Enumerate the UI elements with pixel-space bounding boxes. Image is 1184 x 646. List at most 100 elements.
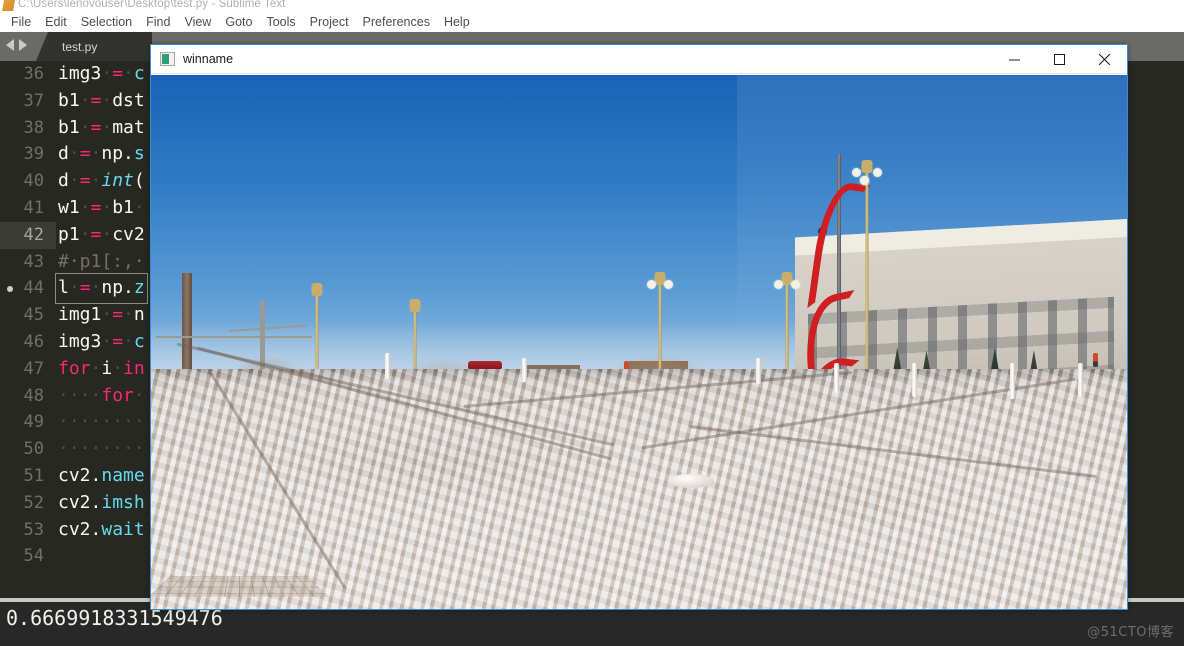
- bollard: [385, 352, 391, 379]
- line-number: 50: [23, 439, 44, 460]
- code-line: 38 b1·=·mat: [0, 115, 147, 142]
- arrow-right-icon[interactable]: [19, 39, 27, 51]
- lamp-head: [311, 282, 323, 296]
- line-content: d·=·np.s: [58, 143, 145, 165]
- line-number: 38: [23, 117, 44, 138]
- maximize-button[interactable]: [1037, 45, 1082, 73]
- line-number: 52: [23, 492, 44, 513]
- bollard: [834, 363, 840, 394]
- line-number: 45: [23, 305, 44, 326]
- menu-item-file[interactable]: File: [4, 13, 38, 31]
- line-number: 41: [23, 197, 44, 218]
- bollard: [521, 358, 527, 383]
- line-content: ········: [58, 438, 145, 460]
- menu-item-goto[interactable]: Goto: [218, 13, 259, 31]
- line-number: 36: [23, 64, 44, 84]
- menu-bar: File Edit Selection Find View Goto Tools…: [0, 12, 1184, 32]
- line-content: ····for·: [58, 384, 145, 406]
- line-number: 43: [23, 251, 44, 272]
- code-line: 36 img3·=·c: [0, 61, 147, 88]
- close-icon: [1099, 53, 1110, 65]
- line-content: w1·=·b1·: [58, 196, 145, 218]
- code-line: 54: [0, 543, 147, 570]
- watermark: @51CTO博客: [1087, 625, 1174, 640]
- line-number: 49: [23, 412, 44, 433]
- line-content: for·i·in: [58, 357, 145, 379]
- brick-pavement-patch: [151, 576, 330, 597]
- code-line: 48 ····for·: [0, 383, 147, 410]
- code-area: 36 img3·=·c 37 b1·=·dst 38 b1·=·mat 39 d…: [0, 61, 148, 570]
- line-content: d·=·int(: [58, 170, 145, 192]
- code-line: 43 #·p1[:,·: [0, 249, 147, 276]
- tab-label: test.py: [62, 39, 98, 54]
- image-canvas: [151, 75, 1127, 609]
- code-line-active: 44 l·=·np.z: [0, 273, 148, 305]
- bollard: [1078, 363, 1084, 398]
- line-content: img3·=·c: [58, 63, 145, 84]
- bollard: [1009, 363, 1015, 400]
- code-line: 51 cv2.name: [0, 463, 147, 490]
- breakpoint-marker-icon: [7, 285, 13, 292]
- line-number: 39: [23, 144, 44, 165]
- code-line: 41 w1·=·b1·: [0, 195, 147, 222]
- lamp-head: [409, 298, 421, 312]
- line-number: 40: [23, 171, 44, 192]
- lamp-globe: [646, 279, 656, 289]
- line-number: 51: [23, 465, 44, 486]
- bollard: [756, 358, 762, 385]
- sublime-title-bar: C:\Users\lenovouser\Desktop\test.py - Su…: [0, 0, 1184, 12]
- minimize-button[interactable]: [992, 45, 1037, 73]
- line-content: l·=·np.z: [55, 273, 148, 305]
- line-content: b1·=·mat: [58, 116, 145, 138]
- code-line: 37 b1·=·dst: [0, 88, 147, 115]
- code-line: 40 d·=·int(: [0, 168, 147, 195]
- menu-item-help[interactable]: Help: [437, 13, 477, 31]
- menu-item-project[interactable]: Project: [303, 13, 356, 31]
- snow-covered-plaza: [151, 342, 1127, 609]
- menu-item-preferences[interactable]: Preferences: [356, 13, 437, 31]
- viewer-title: winname: [183, 52, 234, 66]
- menu-item-find[interactable]: Find: [139, 13, 177, 31]
- menu-item-tools[interactable]: Tools: [259, 13, 302, 31]
- screen-root: C:\Users\lenovouser\Desktop\test.py - Su…: [0, 0, 1184, 646]
- menu-item-view[interactable]: View: [177, 13, 218, 31]
- viewer-title-bar[interactable]: winname: [151, 45, 1127, 74]
- line-number: 53: [23, 519, 44, 540]
- code-line: 39 d·=·np.s: [0, 141, 147, 168]
- line-content: img3·=·c: [58, 330, 145, 352]
- window-controls: [992, 45, 1127, 73]
- line-content: p1·=·cv2: [58, 223, 145, 245]
- bollard: [912, 363, 918, 398]
- tab-test-py[interactable]: test.py: [36, 32, 152, 61]
- close-button[interactable]: [1082, 45, 1127, 73]
- panorama-photo: [151, 75, 1127, 609]
- lamp-globe: [773, 279, 783, 289]
- line-content: cv2.name: [58, 464, 145, 486]
- lamp-globe: [851, 167, 861, 177]
- code-line: 53 cv2.wait: [0, 517, 147, 544]
- image-viewer-window[interactable]: winname: [150, 44, 1128, 610]
- line-content: ········: [58, 411, 145, 433]
- code-line: 49 ········: [0, 409, 147, 436]
- line-number: 48: [23, 385, 44, 406]
- line-content: img1·=·n: [58, 304, 145, 326]
- line-content: cv2.imsh: [58, 491, 145, 513]
- arrow-left-icon[interactable]: [6, 39, 14, 51]
- minimize-icon: [1009, 59, 1020, 60]
- line-number: 46: [23, 331, 44, 352]
- code-line: 52 cv2.imsh: [0, 490, 147, 517]
- code-line: 45 img1·=·n: [0, 302, 147, 329]
- lamp-globe: [872, 167, 882, 177]
- menu-item-selection[interactable]: Selection: [74, 13, 139, 31]
- snow-texture: [151, 368, 1127, 609]
- code-line: 46 img3·=·c: [0, 329, 147, 356]
- sublime-text-icon: [2, 0, 15, 11]
- line-number: 42: [0, 221, 56, 249]
- menu-item-edit[interactable]: Edit: [38, 13, 74, 31]
- lamp-globe: [663, 279, 673, 289]
- line-number: 47: [23, 358, 44, 379]
- line-number: 37: [23, 90, 44, 111]
- code-line: 42 p1·=·cv2: [0, 221, 147, 249]
- code-line: 50 ········: [0, 436, 147, 463]
- line-content: cv2.wait: [58, 518, 145, 540]
